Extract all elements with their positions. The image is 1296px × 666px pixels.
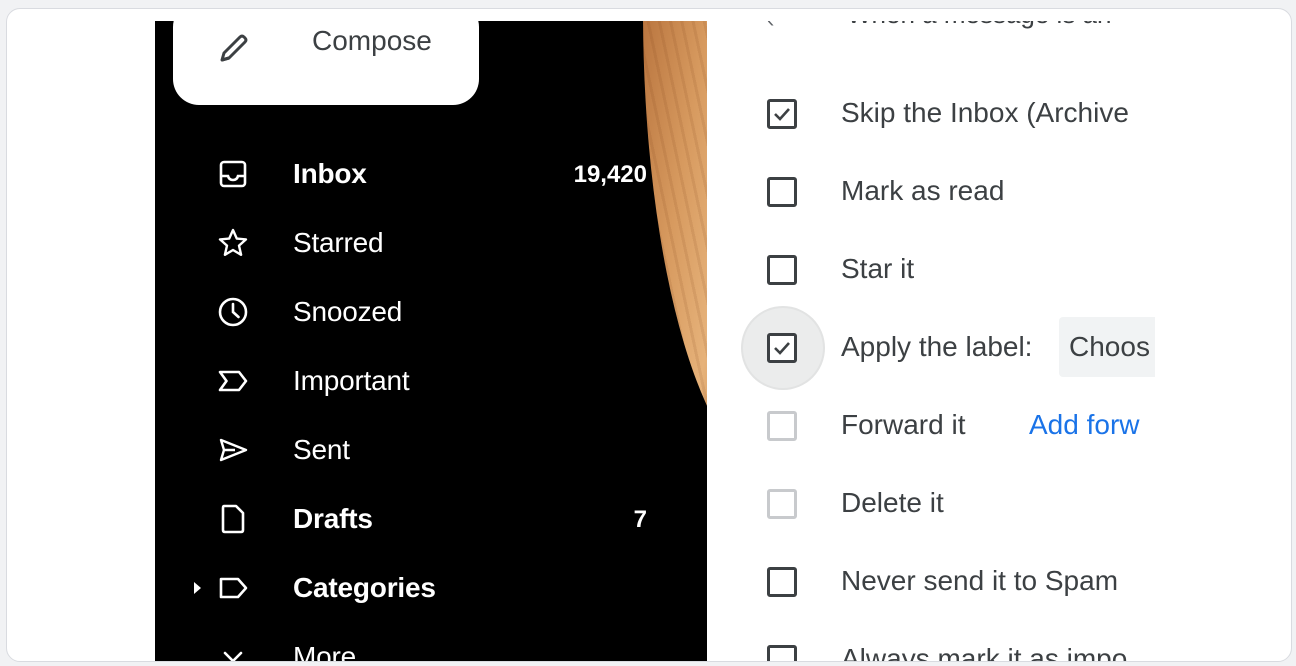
label-select-value: Choos <box>1069 331 1150 362</box>
back-arrow-icon[interactable]: ‹ <box>767 21 774 33</box>
send-icon <box>215 432 251 468</box>
option-forward-it: Forward it Add forw <box>707 397 1155 457</box>
add-forwarding-link[interactable]: Add forw <box>1029 409 1140 441</box>
delete-it-checkbox[interactable] <box>767 489 797 519</box>
nav-label-starred: Starred <box>293 227 384 258</box>
skip-inbox-label: Skip the Inbox (Archive <box>841 97 1129 128</box>
option-skip-inbox: Skip the Inbox (Archive <box>707 85 1155 145</box>
chevron-down-icon <box>215 639 251 661</box>
mark-important-label: Always mark it as impo <box>841 643 1128 661</box>
nav-label-sent: Sent <box>293 434 350 465</box>
label-select-dropdown[interactable]: Choos <box>1059 317 1155 377</box>
inbox-count: 19,420 <box>573 161 647 188</box>
option-mark-important: Always mark it as impo <box>707 631 1155 661</box>
nav-item-categories[interactable]: Categories <box>155 558 707 618</box>
skip-inbox-checkbox[interactable] <box>767 99 797 129</box>
checkmark-icon <box>774 108 790 121</box>
apply-label-label: Apply the label: <box>841 331 1033 362</box>
gmail-view: Compose Inbox 19,420 Starred Snoozed Imp… <box>155 21 1155 661</box>
nav-item-important[interactable]: Important <box>155 351 707 411</box>
nav-item-snoozed[interactable]: Snoozed <box>155 282 707 342</box>
filter-actions-panel: ‹ When a message is an Skip the Inbox (A… <box>707 21 1155 661</box>
option-apply-label: Apply the label: Choos <box>707 306 1155 390</box>
expand-caret-icon[interactable] <box>191 580 205 596</box>
clock-icon <box>215 294 251 330</box>
nav-label-categories: Categories <box>293 572 436 603</box>
nav-label-drafts: Drafts <box>293 503 373 534</box>
delete-it-label: Delete it <box>841 487 944 518</box>
label-icon <box>215 570 251 606</box>
inbox-icon <box>215 156 251 192</box>
compose-button[interactable]: Compose <box>173 21 479 105</box>
screenshot-frame: Compose Inbox 19,420 Starred Snoozed Imp… <box>6 8 1292 662</box>
mark-as-read-checkbox[interactable] <box>767 177 797 207</box>
apply-label-checkbox[interactable] <box>767 333 797 363</box>
option-delete-it: Delete it <box>707 475 1155 535</box>
compose-label: Compose <box>312 25 432 56</box>
pencil-icon <box>220 34 248 62</box>
never-spam-label: Never send it to Spam <box>841 565 1119 596</box>
forward-it-label: Forward it <box>841 409 966 440</box>
option-star-it: Star it <box>707 241 1155 301</box>
nav-label-more: More <box>293 641 356 661</box>
nav-label-important: Important <box>293 365 410 396</box>
nav-item-drafts[interactable]: Drafts 7 <box>155 489 707 549</box>
nav-item-inbox[interactable]: Inbox 19,420 <box>155 144 707 204</box>
nav-item-starred[interactable]: Starred <box>155 213 707 273</box>
forward-it-checkbox[interactable] <box>767 411 797 441</box>
nav-label-inbox: Inbox <box>293 158 367 189</box>
star-it-checkbox[interactable] <box>767 255 797 285</box>
nav-label-snoozed: Snoozed <box>293 296 403 327</box>
filter-heading: ‹ When a message is an <box>767 21 1155 33</box>
checkmark-icon <box>774 342 790 355</box>
star-icon <box>215 225 251 261</box>
option-never-spam: Never send it to Spam <box>707 553 1155 613</box>
never-spam-checkbox[interactable] <box>767 567 797 597</box>
mark-important-checkbox[interactable] <box>767 645 797 661</box>
important-icon <box>215 363 251 399</box>
option-mark-as-read: Mark as read <box>707 163 1155 223</box>
sidebar: Compose Inbox 19,420 Starred Snoozed Imp… <box>155 21 707 661</box>
drafts-count: 7 <box>633 506 647 533</box>
nav-item-sent[interactable]: Sent <box>155 420 707 480</box>
draft-icon <box>215 501 251 537</box>
nav-item-more[interactable]: More <box>155 627 707 661</box>
filter-heading-text: When a message is an <box>847 21 1111 30</box>
star-it-label: Star it <box>841 253 915 284</box>
mark-as-read-label: Mark as read <box>841 175 1005 206</box>
